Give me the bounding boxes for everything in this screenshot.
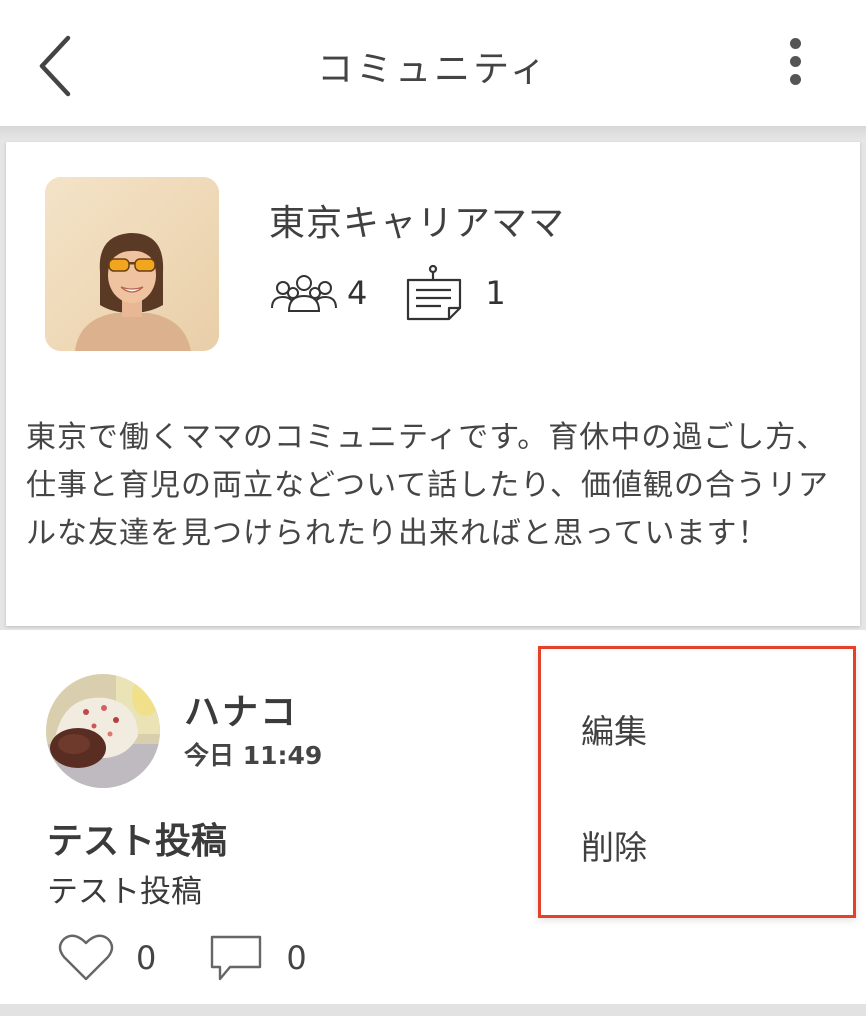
like-count: 0 <box>136 939 157 977</box>
kebab-menu-icon[interactable] <box>778 38 812 96</box>
comment-count: 0 <box>286 939 307 977</box>
members-icon <box>271 275 337 312</box>
page-title: コミュニティ <box>317 49 549 90</box>
post-timestamp: 今日 11:49 <box>184 741 323 770</box>
posts-note-icon <box>407 264 462 321</box>
edit-menu-item[interactable]: 編集 <box>581 705 647 753</box>
community-avatar[interactable] <box>45 177 219 351</box>
comment-icon <box>211 935 262 981</box>
header-divider <box>0 126 866 142</box>
post-divider <box>0 1004 866 1016</box>
post-options-menu: 編集 削除 <box>538 646 856 918</box>
like-button[interactable]: 0 <box>58 933 156 983</box>
community-card-wrapper: 東京キャリアママ 4 1 東京で働くママのコミュニティです。育休中の過ごし方、仕… <box>0 142 866 630</box>
food-photo-image <box>46 674 160 788</box>
community-stats: 4 1 <box>269 264 506 321</box>
user-avatar[interactable] <box>46 674 160 788</box>
post-actions: 0 0 <box>58 930 307 986</box>
app-header: コミュニティ <box>0 0 866 126</box>
post-title: テスト投稿 <box>47 821 228 862</box>
post-user-name[interactable]: ハナコ <box>184 683 298 735</box>
comment-button[interactable]: 0 <box>208 933 307 983</box>
woman-photo-image <box>45 177 219 351</box>
community-card: 東京キャリアママ 4 1 東京で働くママのコミュニティです。育休中の過ごし方、仕… <box>6 142 860 626</box>
post-body: テスト投稿 <box>47 874 202 910</box>
members-count: 4 <box>347 274 368 312</box>
community-description: 東京で働くママのコミュニティです。育休中の過ごし方、仕事と育児の両立などついて話… <box>26 420 829 551</box>
community-name: 東京キャリアママ <box>269 203 566 244</box>
heart-icon <box>58 934 114 981</box>
posts-count: 1 <box>485 274 506 312</box>
delete-menu-item[interactable]: 削除 <box>581 821 647 869</box>
